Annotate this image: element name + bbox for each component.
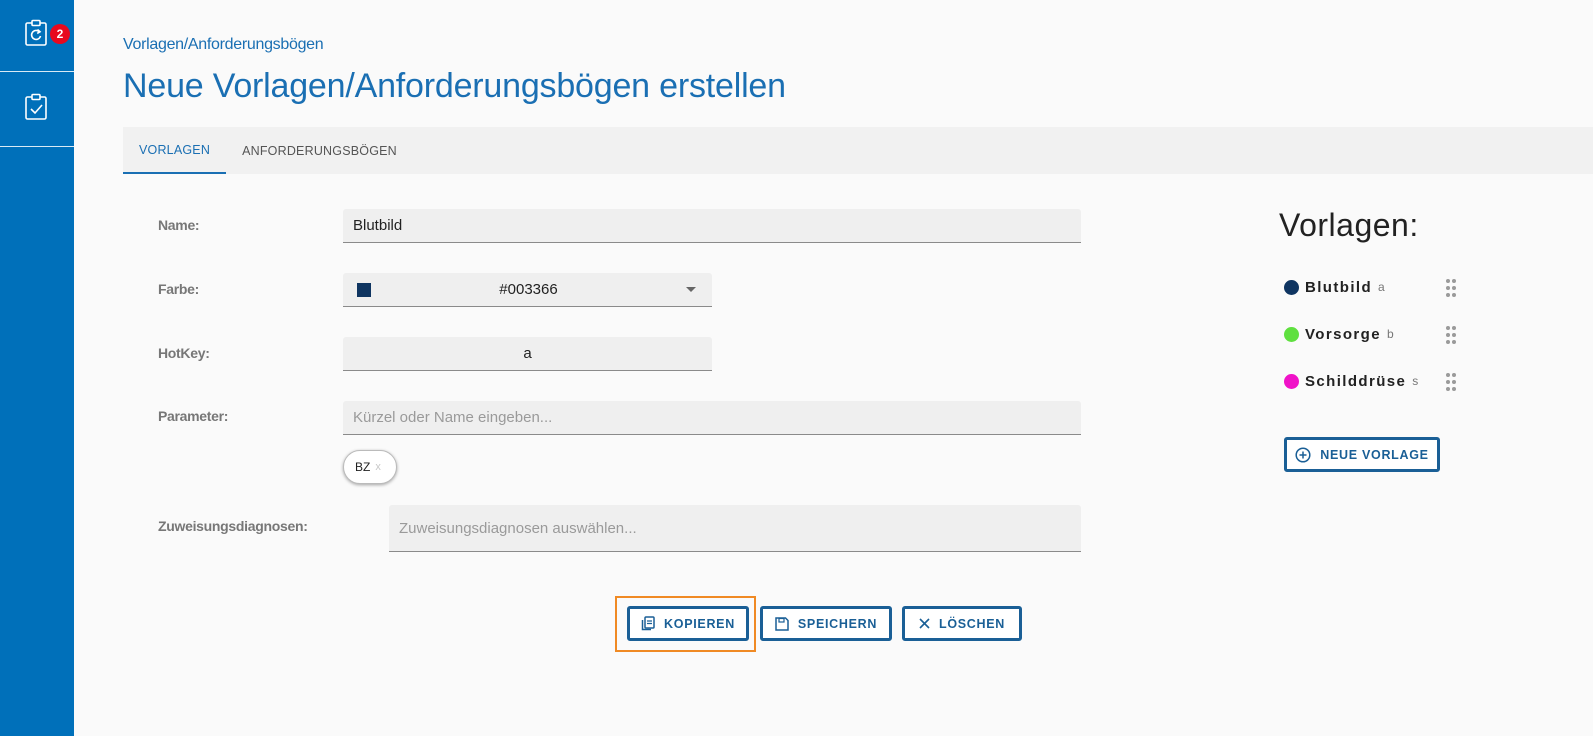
- name-input[interactable]: Blutbild: [343, 209, 1081, 243]
- save-icon: [775, 616, 789, 631]
- notification-badge: 2: [50, 24, 70, 44]
- tab-bar: VORLAGEN ANFORDERUNGSBÖGEN: [123, 127, 1593, 174]
- vorlage-hotkey: s: [1412, 374, 1419, 388]
- vorlage-color-dot: [1284, 373, 1299, 389]
- sidebar: 2: [0, 0, 74, 736]
- name-label: Name:: [158, 217, 200, 233]
- copy-icon: [641, 616, 655, 631]
- hotkey-input[interactable]: a: [343, 337, 712, 371]
- close-icon: [919, 618, 930, 629]
- chip-label: BZ: [355, 460, 371, 474]
- vorlagen-title: Vorlagen:: [1279, 207, 1419, 243]
- new-template-button[interactable]: NEUE VORLAGE: [1284, 437, 1440, 472]
- drag-handle-icon[interactable]: [1446, 326, 1456, 344]
- diagnosen-label: Zuweisungsdiagnosen:: [158, 518, 308, 534]
- add-circle-icon: [1295, 446, 1311, 463]
- diagnosen-select[interactable]: Zuweisungsdiagnosen auswählen...: [389, 505, 1081, 552]
- clipboard-refresh-icon: [24, 19, 50, 52]
- delete-button-label: LÖSCHEN: [938, 616, 1005, 631]
- vorlage-name: Schilddrüse: [1305, 372, 1407, 390]
- farbe-label: Farbe:: [158, 281, 199, 297]
- vorlage-color-dot: [1284, 326, 1299, 342]
- breadcrumb[interactable]: Vorlagen/Anforderungsbögen: [123, 36, 324, 54]
- color-select-value: #003366: [499, 281, 558, 298]
- color-swatch: [357, 282, 371, 297]
- vorlage-item-blutbild[interactable]: Blutbild a: [1284, 277, 1385, 297]
- vorlage-hotkey: a: [1378, 280, 1385, 294]
- drag-handle-icon[interactable]: [1446, 279, 1456, 297]
- copy-button[interactable]: KOPIEREN: [627, 606, 749, 641]
- vorlage-name: Vorsorge: [1305, 325, 1381, 343]
- sidebar-item-requests[interactable]: 2: [0, 0, 74, 72]
- page-title: Neue Vorlagen/Anforderungsbögen erstelle…: [123, 67, 786, 105]
- vorlage-item-vorsorge[interactable]: Vorsorge b: [1284, 324, 1394, 344]
- delete-button[interactable]: LÖSCHEN: [902, 606, 1022, 641]
- drag-handle-icon[interactable]: [1446, 373, 1456, 391]
- new-template-button-label: NEUE VORLAGE: [1320, 447, 1429, 462]
- vorlage-name: Blutbild: [1305, 278, 1373, 296]
- hotkey-label: HotKey:: [158, 345, 210, 361]
- chip-remove-icon[interactable]: x: [375, 461, 381, 473]
- clipboard-check-icon: [24, 93, 50, 126]
- sidebar-item-templates[interactable]: [0, 73, 74, 147]
- parameter-label: Parameter:: [158, 408, 229, 424]
- vorlage-item-schilddruese[interactable]: Schilddrüse s: [1284, 371, 1418, 391]
- vorlage-color-dot: [1284, 279, 1299, 295]
- tab-anforderungsboegen[interactable]: ANFORDERUNGSBÖGEN: [226, 127, 413, 174]
- save-button[interactable]: SPEICHERN: [760, 606, 892, 641]
- tab-vorlagen[interactable]: VORLAGEN: [123, 127, 227, 174]
- save-button-label: SPEICHERN: [797, 616, 878, 631]
- chevron-down-icon: [686, 287, 696, 292]
- parameter-input[interactable]: Kürzel oder Name eingeben...: [343, 401, 1081, 435]
- copy-button-label: KOPIEREN: [664, 616, 735, 631]
- vorlage-hotkey: b: [1386, 327, 1394, 341]
- parameter-chip: BZ x: [343, 450, 397, 484]
- color-select[interactable]: #003366: [343, 273, 712, 307]
